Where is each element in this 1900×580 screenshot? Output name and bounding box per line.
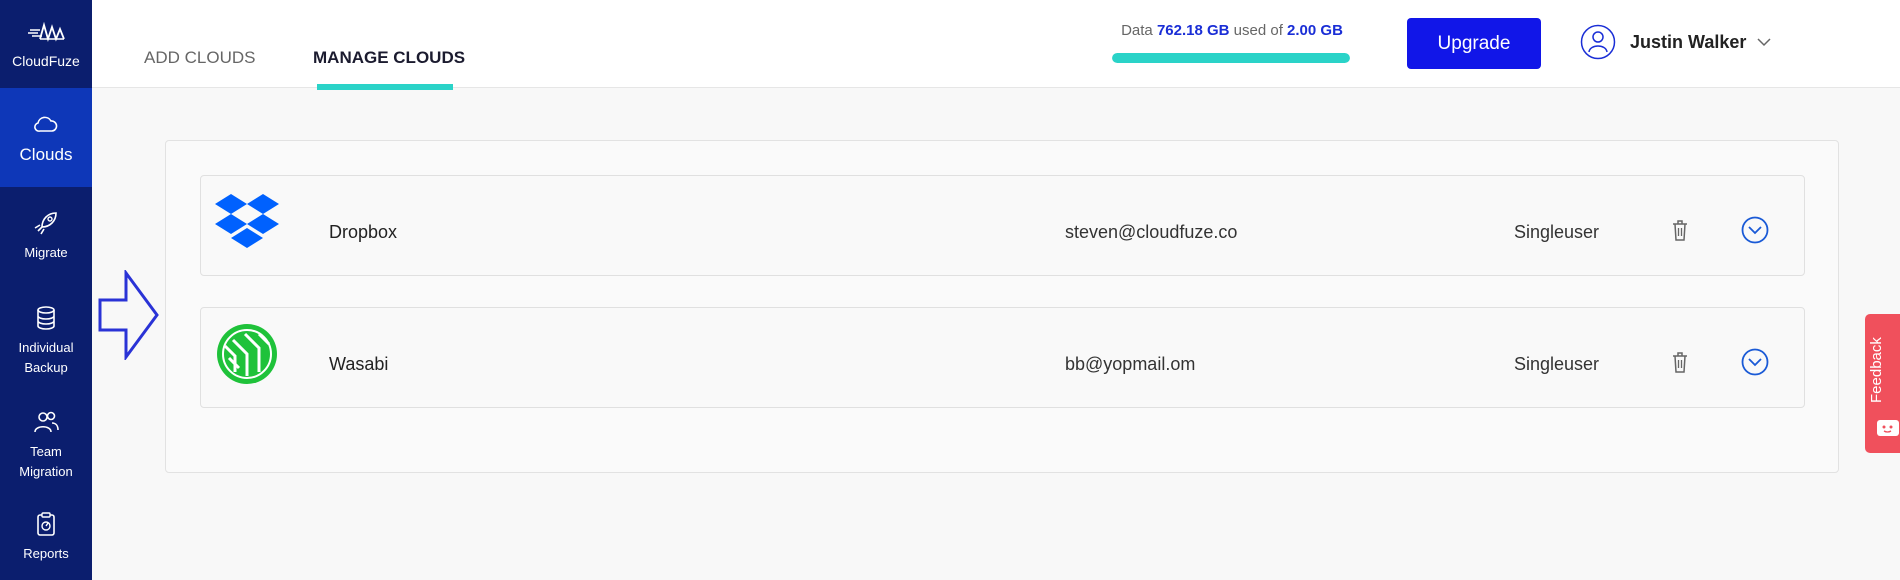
brand-name: CloudFuze xyxy=(12,53,80,69)
sidebar: CloudFuze Clouds Migrate Individual Back… xyxy=(0,0,92,580)
trash-icon[interactable] xyxy=(1671,350,1689,374)
usage-used: 762.18 GB xyxy=(1156,22,1230,39)
clipboard-icon xyxy=(37,512,55,536)
cloud-user-type: Singleuser xyxy=(1514,354,1600,374)
trash-icon[interactable] xyxy=(1671,218,1689,242)
storage-usage-text: Data 762.18 GB used of 2.00 GB xyxy=(1112,22,1352,39)
user-avatar-icon xyxy=(1580,24,1616,60)
rocket-icon xyxy=(34,212,57,235)
usage-middle: used of xyxy=(1233,22,1283,39)
sidebar-item-migrate[interactable]: Migrate xyxy=(0,187,92,285)
expand-chevron-icon[interactable] xyxy=(1741,216,1769,244)
tab-add-clouds[interactable]: ADD CLOUDS xyxy=(144,48,255,68)
sidebar-item-label: Clouds xyxy=(19,144,73,164)
wasabi-logo-icon xyxy=(217,324,277,384)
users-icon xyxy=(34,411,59,433)
chat-face-icon xyxy=(1877,420,1899,436)
sidebar-item-reports[interactable]: Reports xyxy=(0,494,92,580)
manage-clouds-panel: Dropbox steven@cloudfuze.co Singleuser W… xyxy=(165,140,1839,473)
cloud-icon xyxy=(34,116,58,132)
cloudfuze-logo-icon xyxy=(28,21,65,43)
cloud-name: Dropbox xyxy=(329,222,398,242)
upgrade-button[interactable]: Upgrade xyxy=(1407,18,1541,69)
active-tab-indicator xyxy=(317,84,453,90)
storage-usage-bar xyxy=(1112,53,1350,63)
cloud-user-type: Singleuser xyxy=(1514,222,1600,242)
sidebar-item-label: Migrate xyxy=(24,245,68,260)
user-name: Justin Walker xyxy=(1630,31,1747,52)
sidebar-item-label: Team Migration xyxy=(19,444,73,479)
database-icon xyxy=(37,305,55,330)
right-arrow-icon xyxy=(98,270,159,360)
feedback-tab[interactable]: Feedback xyxy=(1865,314,1900,453)
cloud-row-dropbox: Dropbox steven@cloudfuze.co Singleuser xyxy=(200,175,1805,276)
usage-prefix: Data xyxy=(1121,22,1153,39)
expand-chevron-icon[interactable] xyxy=(1741,348,1769,376)
user-menu[interactable]: Justin Walker xyxy=(1580,24,1772,60)
storage-usage-fill xyxy=(1112,53,1350,63)
usage-total: 2.00 GB xyxy=(1287,22,1343,39)
feedback-label: Feedback xyxy=(1868,337,1885,403)
sidebar-item-clouds[interactable]: Clouds xyxy=(0,88,92,187)
sidebar-item-individual-backup[interactable]: Individual Backup xyxy=(0,285,92,396)
brand-logo[interactable]: CloudFuze xyxy=(0,0,92,88)
cloud-email: bb@yopmail.om xyxy=(1065,354,1196,374)
cloud-row-wasabi: Wasabi bb@yopmail.om Singleuser xyxy=(200,307,1805,408)
tab-manage-clouds[interactable]: MANAGE CLOUDS xyxy=(313,48,465,68)
sidebar-item-team-migration[interactable]: Team Migration xyxy=(0,396,92,494)
sidebar-item-label: Individual Backup xyxy=(18,339,74,375)
sidebar-item-label: Reports xyxy=(23,546,69,561)
chevron-down-icon xyxy=(1757,38,1771,47)
cloud-name: Wasabi xyxy=(329,354,389,374)
cloud-email: steven@cloudfuze.co xyxy=(1065,222,1238,242)
top-header: ADD CLOUDS MANAGE CLOUDS Data 762.18 GB … xyxy=(92,0,1900,90)
dropbox-logo-icon xyxy=(215,194,279,248)
